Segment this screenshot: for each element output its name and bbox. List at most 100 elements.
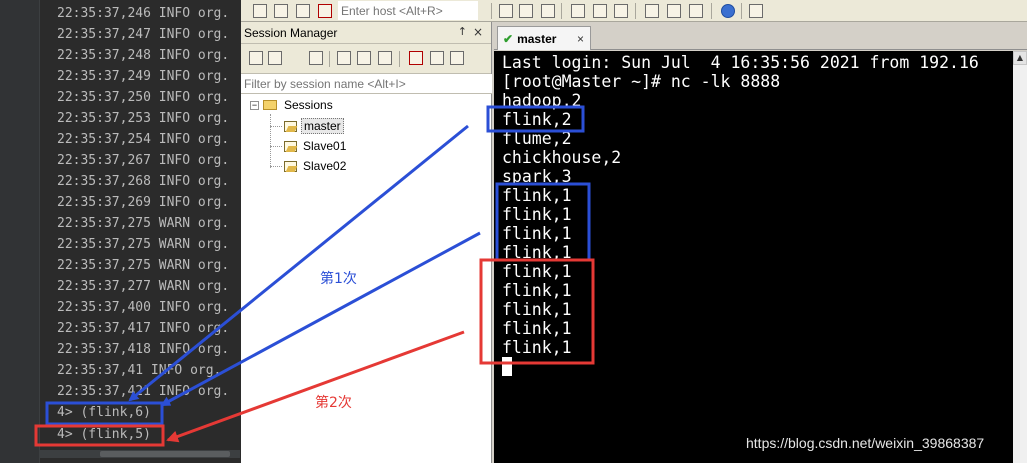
session-label: Slave02 — [303, 159, 347, 173]
log-source: org. — [197, 300, 230, 315]
log-source: org. — [197, 258, 230, 273]
tab-master[interactable]: ✔ master × — [497, 26, 591, 50]
log-source: org. — [197, 153, 230, 168]
log-source: org. — [197, 237, 230, 252]
reconnect-icon[interactable] — [294, 2, 312, 20]
new-session-icon[interactable] — [266, 49, 284, 67]
terminal-scrollbar[interactable]: ▲ — [1013, 51, 1027, 463]
tree-connector — [270, 126, 282, 127]
tab-close-icon[interactable]: × — [577, 32, 584, 46]
connect-icon[interactable] — [251, 2, 269, 20]
pin-icon[interactable]: ↑ — [458, 25, 467, 38]
tree-connector — [270, 146, 282, 147]
securecrt-window: Session Manager ↑ × − Sessions — [241, 0, 1027, 463]
log-line: 22:35:37,400 INFO org. — [57, 300, 229, 316]
log-line: 22:35:37,41 INFO org. — [57, 363, 221, 379]
log-level: INFO — [158, 111, 191, 126]
session-tab-bar: ✔ master × — [494, 22, 1027, 50]
log-time: 22:35:37,421 — [57, 384, 151, 399]
session-icon — [283, 120, 297, 133]
log-level: INFO — [150, 363, 183, 378]
session-manager-header: Session Manager ↑ × — [241, 22, 491, 44]
session-tree: − Sessions master Slave01 Slave02 — [241, 94, 491, 394]
terminal-output[interactable]: Last login: Sun Jul 4 16:35:56 2021 from… — [494, 51, 1027, 463]
log-source: org. — [197, 195, 230, 210]
properties-icon[interactable] — [307, 49, 325, 67]
log-line: 22:35:37,421 INFO org. — [57, 384, 229, 400]
log-line: 22:35:37,275 WARN org. — [57, 237, 229, 253]
sftp-icon[interactable] — [747, 2, 765, 20]
log-gutter — [0, 0, 40, 463]
session-item-slave02[interactable]: Slave02 — [283, 157, 348, 175]
terminal-line: flink,1 — [502, 338, 572, 357]
log-time: 22:35:37,275 — [57, 237, 151, 252]
log-level: INFO — [158, 27, 191, 42]
new-folder-icon[interactable] — [247, 49, 265, 67]
find-session-icon[interactable] — [448, 49, 466, 67]
session-filter-input[interactable] — [241, 74, 492, 94]
copy-icon[interactable] — [497, 2, 515, 20]
log-level: INFO — [158, 153, 191, 168]
session-properties-icon[interactable] — [428, 49, 446, 67]
print-icon[interactable] — [612, 2, 630, 20]
delete-icon[interactable] — [407, 49, 425, 67]
log-time: 22:35:37,249 — [57, 69, 151, 84]
terminal-line: chickhouse,2 — [502, 148, 622, 167]
log-source: org. — [197, 216, 230, 231]
log-scrollbar-thumb[interactable] — [100, 451, 230, 457]
terminal-line: flink,1 — [502, 243, 572, 262]
terminal-cursor — [502, 357, 512, 376]
tree-node-sessions[interactable]: − Sessions — [250, 96, 335, 114]
log-time: 22:35:37,417 — [57, 321, 151, 336]
session-icon — [283, 160, 297, 173]
global-options-icon[interactable] — [665, 2, 683, 20]
help-icon[interactable] — [719, 2, 737, 20]
disconnect-icon[interactable] — [316, 2, 334, 20]
log-source: org. — [197, 6, 230, 21]
log-time: 22:35:37,247 — [57, 27, 151, 42]
terminal-line: flink,1 — [502, 186, 572, 205]
paste-icon[interactable] — [517, 2, 535, 20]
watermark-text: https://blog.csdn.net/weixin_39868387 — [746, 435, 985, 451]
session-options-icon[interactable] — [643, 2, 661, 20]
close-panel-icon[interactable]: × — [473, 25, 483, 39]
find-icon[interactable] — [539, 2, 557, 20]
host-input[interactable] — [338, 1, 478, 20]
keymap-icon[interactable] — [687, 2, 705, 20]
toolbar-separator — [561, 3, 562, 19]
tab-label: master — [517, 31, 557, 46]
log-level: INFO — [158, 69, 191, 84]
scroll-up-icon[interactable]: ▲ — [1013, 51, 1027, 65]
session-item-slave01[interactable]: Slave01 — [283, 137, 348, 155]
session-item-master[interactable]: master — [283, 117, 344, 135]
quick-connect-icon[interactable] — [272, 2, 290, 20]
cut-icon[interactable] — [335, 49, 353, 67]
terminal-line: flink,1 — [502, 205, 572, 224]
log-console: 22:35:37,246 INFO org. 22:35:37,247 INFO … — [0, 0, 241, 463]
session-icon — [283, 140, 297, 153]
session-manager-title: Session Manager — [244, 26, 338, 40]
log-source: org. — [197, 174, 230, 189]
log-line: 22:35:37,250 INFO org. — [57, 90, 229, 106]
log-line: 22:35:37,254 INFO org. — [57, 132, 229, 148]
copy-session-icon[interactable] — [355, 49, 373, 67]
print-selection-icon[interactable] — [591, 2, 609, 20]
collapse-icon[interactable]: − — [250, 100, 259, 110]
log-source: org. — [197, 321, 230, 336]
result-line-first: 4> (flink,6) — [57, 405, 151, 420]
log-line: 22:35:37,248 INFO org. — [57, 48, 229, 64]
log-source: org. — [197, 384, 230, 399]
session-manager-toolbar — [241, 44, 491, 74]
log-line: 22:35:37,275 WARN org. — [57, 258, 229, 274]
terminal-line: flink,1 — [502, 300, 572, 319]
print-setup-icon[interactable] — [569, 2, 587, 20]
log-horizontal-scrollbar[interactable] — [40, 450, 240, 458]
terminal-line: spark,3 — [502, 167, 572, 186]
paste-session-icon[interactable] — [376, 49, 394, 67]
folder-icon — [263, 100, 277, 110]
tree-connector — [270, 166, 282, 167]
terminal-line: flink,1 — [502, 281, 572, 300]
log-line: 22:35:37,417 INFO org. — [57, 321, 229, 337]
log-line: 22:35:37,275 WARN org. — [57, 216, 229, 232]
log-line: 22:35:37,246 INFO org. — [57, 6, 229, 22]
